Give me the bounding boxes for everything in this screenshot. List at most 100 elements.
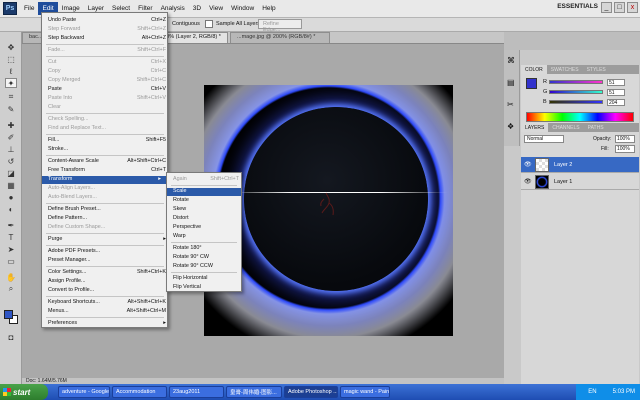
edit-menu-item-fill[interactable]: Fill... Shift+F5 xyxy=(48,137,166,144)
minimize-icon[interactable]: _ xyxy=(601,2,612,13)
workspace-switcher[interactable]: ESSENTIALS xyxy=(557,3,598,10)
healing-brush-tool-icon[interactable]: ✚ xyxy=(5,120,17,130)
edit-menu-item-assign-profile[interactable]: Assign Profile... xyxy=(48,278,166,285)
layer-row-layer-2[interactable]: 👁 Layer 2 xyxy=(521,157,639,173)
slider-g-value[interactable]: 51 xyxy=(607,88,625,96)
lasso-tool-icon[interactable]: ℓ xyxy=(5,66,17,76)
edit-menu-item-preset-manager[interactable]: Preset Manager... xyxy=(48,257,166,264)
edit-menu-item-keyboard-shortcuts[interactable]: Keyboard Shortcuts... Alt+Shift+Ctrl+K xyxy=(48,299,166,306)
foreground-color-swatch[interactable] xyxy=(4,310,13,319)
slider-r-track[interactable] xyxy=(549,80,603,84)
path-selection-tool-icon[interactable]: ➤ xyxy=(5,244,17,254)
maximize-icon[interactable]: □ xyxy=(614,2,625,13)
transform-item-rotate-90-cw[interactable]: Rotate 90° CW xyxy=(173,254,239,261)
color-spectrum[interactable] xyxy=(526,112,634,122)
tab-paths[interactable]: PATHS xyxy=(584,123,608,132)
zoom-tool-icon[interactable]: ⌕ xyxy=(5,284,17,294)
tab-swatches[interactable]: SWATCHES xyxy=(547,65,583,74)
transform-item-distort[interactable]: Distort xyxy=(173,215,239,222)
slider-g-track[interactable] xyxy=(549,90,603,94)
transform-item-warp[interactable]: Warp xyxy=(173,233,239,240)
blur-tool-icon[interactable]: ● xyxy=(5,192,17,202)
crop-tool-icon[interactable]: ⌗ xyxy=(5,92,17,102)
transform-item-scale[interactable]: Scale xyxy=(167,188,241,196)
menu-help[interactable]: Help xyxy=(258,2,279,15)
pen-tool-icon[interactable]: ✒ xyxy=(5,220,17,230)
history-brush-tool-icon[interactable]: ↺ xyxy=(5,156,17,166)
edit-menu-item-transform[interactable]: Transform ▸ xyxy=(42,176,167,184)
slider-b-value[interactable]: 204 xyxy=(607,98,625,106)
edit-menu-item-convert-to-profile[interactable]: Convert to Profile... xyxy=(48,287,166,294)
slider-r[interactable]: R 51 xyxy=(543,78,625,86)
tab-layers[interactable]: LAYERS xyxy=(521,123,549,132)
actions-panel-icon[interactable]: ▤ xyxy=(507,78,515,87)
sample-all-checkbox[interactable] xyxy=(205,20,213,28)
type-tool-icon[interactable]: T xyxy=(5,232,17,242)
edit-menu-item-content-aware-scale[interactable]: Content-Aware Scale Alt+Shift+Ctrl+C xyxy=(48,158,166,165)
magic-wand-tool-icon[interactable]: ✦ xyxy=(5,78,17,88)
clone-stamp-tool-icon[interactable]: ⊥ xyxy=(5,144,17,154)
marquee-tool-icon[interactable]: ⬚ xyxy=(5,54,17,64)
slider-g[interactable]: G 51 xyxy=(543,88,625,96)
edit-menu-item-purge[interactable]: Purge ▸ xyxy=(48,236,166,243)
visibility-eye-icon[interactable]: 👁 xyxy=(524,161,533,169)
menu-view[interactable]: View xyxy=(205,2,227,15)
tab-color[interactable]: COLOR xyxy=(521,65,547,74)
shape-tool-icon[interactable]: ▭ xyxy=(5,256,17,266)
edit-menu-item-menus[interactable]: Menus... Alt+Shift+Ctrl+M xyxy=(48,308,166,315)
taskbar-button[interactable]: 23aug2011 xyxy=(169,386,224,398)
slider-b-track[interactable] xyxy=(549,100,603,104)
edit-menu-item-preferences[interactable]: Preferences ▸ xyxy=(48,320,166,327)
tab-image-doc[interactable]: ...mage.jpg @ 200% (RGB/8#) * xyxy=(230,32,330,43)
edit-menu-item-define-pattern[interactable]: Define Pattern... xyxy=(48,215,166,222)
eraser-tool-icon[interactable]: ◪ xyxy=(5,168,17,178)
slider-b[interactable]: B 204 xyxy=(543,98,625,106)
edit-menu-item-free-transform[interactable]: Free Transform Ctrl+T xyxy=(48,167,166,174)
taskbar-button[interactable]: Accommodation xyxy=(112,386,167,398)
close-icon[interactable]: x xyxy=(627,2,638,13)
move-tool-icon[interactable]: ✥ xyxy=(5,42,17,52)
start-button[interactable]: start xyxy=(0,384,48,400)
tab-background-doc[interactable]: bac... xyxy=(22,32,42,43)
visibility-eye-icon[interactable]: 👁 xyxy=(524,178,533,186)
layer-row-layer-1[interactable]: 👁 Layer 1 xyxy=(521,174,639,190)
fill-input[interactable]: 100% xyxy=(615,145,635,153)
taskbar-button[interactable]: magic wand - Paint xyxy=(340,386,390,398)
contiguous-checkbox[interactable]: Contiguous xyxy=(172,21,200,27)
transform-item-flip-vertical[interactable]: Flip Vertical xyxy=(173,284,239,291)
edit-menu-item-step-backward[interactable]: Step Backward Alt+Ctrl+Z xyxy=(48,35,166,42)
edit-menu-item-paste[interactable]: Paste Ctrl+V xyxy=(48,86,166,93)
taskbar-button[interactable]: adventure - Google... xyxy=(58,386,110,398)
edit-menu-item-undo-paste[interactable]: Undo Paste Ctrl+Z xyxy=(48,17,166,24)
transform-item-rotate-180[interactable]: Rotate 180° xyxy=(173,245,239,252)
transform-item-perspective[interactable]: Perspective xyxy=(173,224,239,231)
color-fg-swatch[interactable] xyxy=(526,78,537,89)
edit-menu-item-color-settings[interactable]: Color Settings... Shift+Ctrl+K xyxy=(48,269,166,276)
edit-menu-item-define-brush-preset[interactable]: Define Brush Preset... xyxy=(48,206,166,213)
menu-window[interactable]: Window xyxy=(227,2,258,15)
edit-menu-item-stroke[interactable]: Stroke... xyxy=(48,146,166,153)
eyedropper-tool-icon[interactable]: ✎ xyxy=(5,104,17,114)
transform-item-rotate-90-ccw[interactable]: Rotate 90° CCW xyxy=(173,263,239,270)
quick-mask-icon[interactable]: ◘ xyxy=(5,332,17,342)
brush-tool-icon[interactable]: ✐ xyxy=(5,132,17,142)
tab-styles[interactable]: STYLES xyxy=(583,65,610,74)
refine-edge-button[interactable]: Refine Edge... xyxy=(258,19,302,33)
taskbar-button[interactable]: 皇膏-周伟婚-图影... xyxy=(226,386,282,398)
opacity-input[interactable]: 100% xyxy=(615,135,635,143)
gradient-tool-icon[interactable]: ▦ xyxy=(5,180,17,190)
slider-r-value[interactable]: 51 xyxy=(607,78,625,86)
dodge-tool-icon[interactable]: ◐ xyxy=(5,204,17,214)
menu-file[interactable]: File xyxy=(20,2,38,15)
transform-item-skew[interactable]: Skew xyxy=(173,206,239,213)
menu-3d[interactable]: 3D xyxy=(189,2,205,15)
brush-panel-icon[interactable]: ❖ xyxy=(507,122,514,131)
tab-channels[interactable]: CHANNELS xyxy=(548,123,583,132)
transform-item-rotate[interactable]: Rotate xyxy=(173,197,239,204)
language-indicator[interactable]: EN xyxy=(588,389,596,395)
taskbar-button[interactable]: Adobe Photoshop ... xyxy=(284,386,338,398)
transform-item-flip-horizontal[interactable]: Flip Horizontal xyxy=(173,275,239,282)
hand-tool-icon[interactable]: ✋ xyxy=(5,272,17,282)
adjustments-panel-icon[interactable]: ✂ xyxy=(507,100,514,109)
blend-mode-select[interactable]: Normal xyxy=(524,135,564,143)
